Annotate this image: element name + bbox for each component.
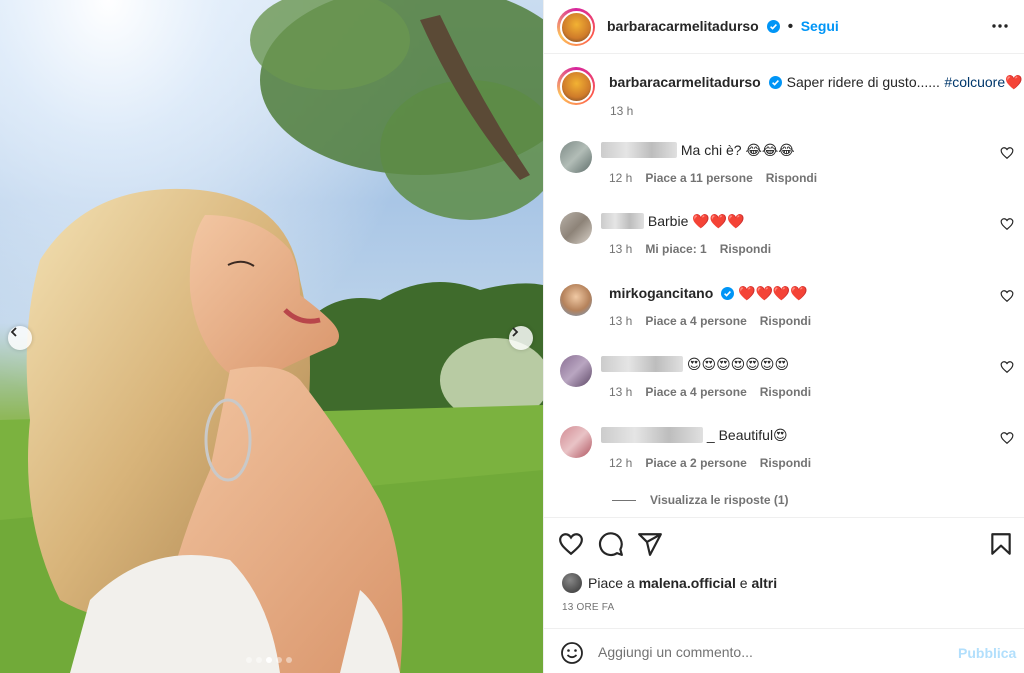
photo-illustration — [0, 0, 543, 673]
reply-button[interactable]: Rispondi — [760, 456, 811, 470]
caption-time[interactable]: 13 h — [610, 104, 633, 118]
post-actions: Piace a malena.official e altri 13 ORE F… — [544, 517, 1024, 627]
comment-avatar[interactable] — [560, 141, 592, 173]
caption-hashtag[interactable]: #colcuore — [944, 74, 1005, 90]
comment-text: Barbie ❤️❤️❤️ — [647, 213, 745, 229]
liked-by: Piace a malena.official e altri — [562, 573, 777, 593]
comment-avatar[interactable] — [560, 284, 592, 316]
comment-avatar[interactable] — [560, 355, 592, 387]
post-side-panel: barbaracarmelitadurso • Segui barbaracar… — [543, 0, 1024, 673]
heart-outline-icon[interactable] — [558, 531, 584, 557]
comment-time[interactable]: 13 h — [609, 314, 632, 328]
caption-author[interactable]: barbaracarmelitadurso — [609, 74, 761, 90]
chevron-right-icon — [512, 327, 519, 337]
comment-icon[interactable] — [598, 531, 624, 557]
post-time-ago[interactable]: 13 ORE FA — [562, 602, 614, 613]
verified-badge-icon — [769, 76, 783, 89]
post-photo[interactable] — [0, 0, 543, 673]
share-icon[interactable] — [637, 531, 663, 557]
verified-badge-icon — [721, 287, 735, 300]
carousel-next-button[interactable] — [509, 326, 533, 350]
publish-button[interactable]: Pubblica — [958, 645, 1016, 661]
comment-time[interactable]: 12 h — [609, 171, 632, 185]
author-avatar[interactable] — [557, 8, 595, 46]
liked-by-others[interactable]: altri — [751, 575, 777, 591]
caption-author-avatar[interactable] — [557, 67, 595, 105]
caption: barbaracarmelitadurso Saper ridere di gu… — [609, 73, 1023, 92]
carousel-dot — [256, 657, 262, 663]
reply-button[interactable]: Rispondi — [760, 314, 811, 328]
carousel-dot — [276, 657, 282, 663]
separator-dot: • — [787, 18, 794, 35]
comments-list[interactable]: barbaracarmelitadurso Saper ridere di gu… — [544, 55, 1024, 517]
comment-author-redacted[interactable] — [601, 356, 683, 372]
verified-badge-icon — [767, 20, 781, 33]
emoji-icon[interactable] — [560, 641, 584, 665]
comment-author-redacted[interactable] — [601, 213, 644, 229]
follow-button[interactable]: Segui — [801, 18, 839, 34]
comment-avatar[interactable] — [560, 212, 592, 244]
author-username[interactable]: barbaracarmelitadurso — [607, 18, 759, 34]
reply-button[interactable]: Rispondi — [766, 171, 817, 185]
replies-divider — [612, 499, 636, 501]
comment-likes[interactable]: Piace a 4 persone — [645, 385, 746, 399]
comment-item: Ma chi è? 😂😂😂 12 h Piace a 11 persone Ri… — [544, 141, 1024, 213]
comment-likes[interactable]: Piace a 4 persone — [645, 314, 746, 328]
comment-text: ❤️❤️❤️❤️ — [738, 285, 808, 301]
comment-likes[interactable]: Piace a 11 persone — [645, 171, 752, 185]
comment-input[interactable] — [598, 639, 938, 665]
carousel-dot — [246, 657, 252, 663]
comment-author[interactable]: mirkogancitano — [609, 285, 713, 301]
liked-by-user[interactable]: malena.official — [639, 575, 736, 591]
reply-button[interactable]: Rispondi — [760, 385, 811, 399]
chevron-left-icon — [10, 327, 17, 337]
comment-item: _ Beautiful😍 12 h Piace a 2 persone Risp… — [544, 426, 1024, 498]
carousel-dot — [286, 657, 292, 663]
comment-item: Barbie ❤️❤️❤️ 13 h Mi piace: 1 Rispondi — [544, 212, 1024, 284]
bookmark-icon[interactable] — [988, 531, 1014, 557]
comment-item: 😍😍😍😍😍😍😍 13 h Piace a 4 persone Rispondi — [544, 355, 1024, 427]
comment-avatar[interactable] — [560, 426, 592, 458]
liker-avatar[interactable] — [562, 573, 582, 593]
liked-by-prefix: Piace a — [588, 575, 635, 591]
carousel-indicator — [246, 657, 292, 663]
liked-by-joiner: e — [739, 575, 748, 591]
comment-author-redacted[interactable] — [601, 427, 703, 443]
comment-author-redacted[interactable] — [601, 142, 677, 158]
heart-outline-icon[interactable] — [1000, 217, 1014, 231]
heart-outline-icon[interactable] — [1000, 360, 1014, 374]
comment-text: Ma chi è? 😂😂😂 — [680, 142, 795, 158]
view-replies-button[interactable]: Visualizza le risposte (1) — [612, 493, 789, 507]
comment-item: mirkogancitano ❤️❤️❤️❤️ 13 h Piace a 4 p… — [544, 284, 1024, 356]
reply-button[interactable]: Rispondi — [720, 242, 771, 256]
comment-time[interactable]: 12 h — [609, 456, 632, 470]
comment-time[interactable]: 13 h — [609, 242, 632, 256]
comment-text: 😍😍😍😍😍😍😍 — [686, 356, 790, 372]
caption-emoji: ❤️ — [1005, 74, 1023, 90]
comment-likes[interactable]: Piace a 2 persone — [645, 456, 746, 470]
heart-outline-icon[interactable] — [1000, 146, 1014, 160]
more-options-icon[interactable] — [990, 16, 1010, 36]
carousel-prev-button[interactable] — [8, 326, 32, 350]
post-header: barbaracarmelitadurso • Segui — [544, 0, 1024, 54]
comment-likes[interactable]: Mi piace: 1 — [645, 242, 706, 256]
comment-text: _ Beautiful😍 — [706, 427, 788, 443]
add-comment-bar: Pubblica — [544, 628, 1024, 673]
caption-text: Saper ridere di gusto...... — [786, 74, 940, 90]
carousel-dot-active — [266, 657, 272, 663]
heart-outline-icon[interactable] — [1000, 289, 1014, 303]
comment-time[interactable]: 13 h — [609, 385, 632, 399]
view-replies-label: Visualizza le risposte (1) — [650, 493, 789, 507]
heart-outline-icon[interactable] — [1000, 431, 1014, 445]
